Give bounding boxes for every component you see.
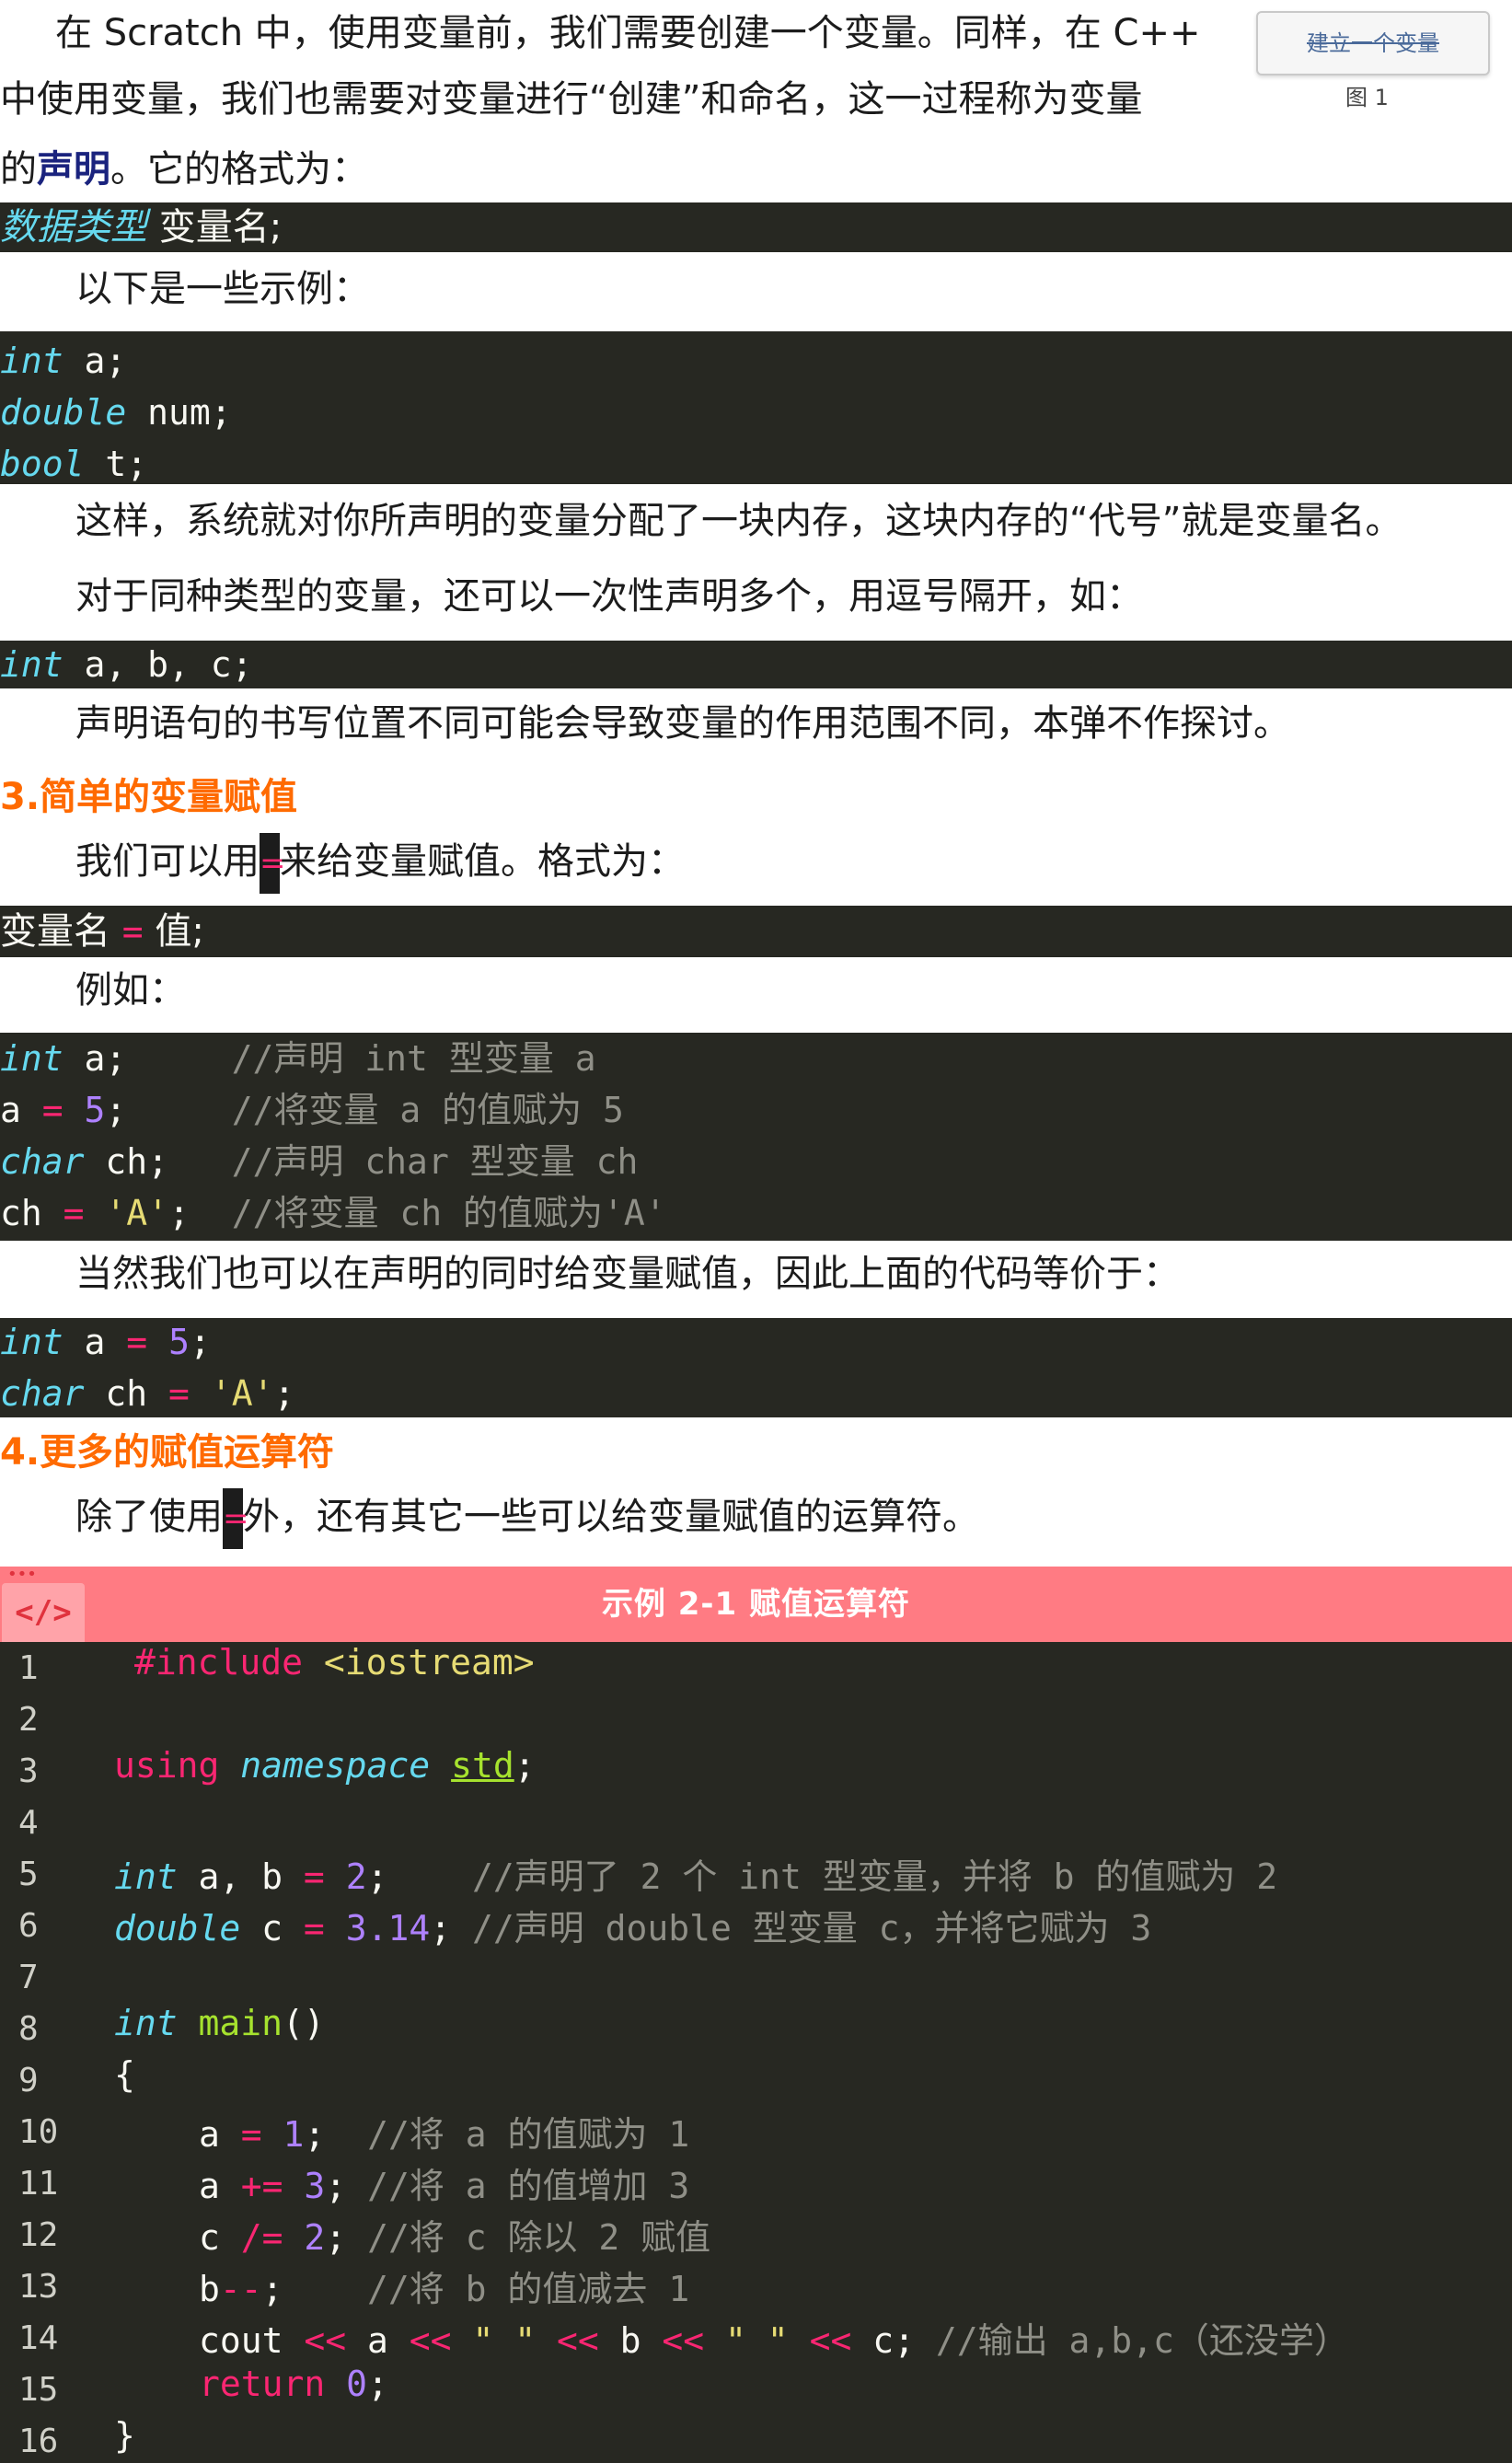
scope-paragraph: 声明语句的书写位置不同可能会导致变量的作用范围不同，本弹不作探讨。 bbox=[75, 702, 1290, 745]
example-code-block: 1 2 3 4 5 6 7 8 9 10 11 12 13 14 15 16 #… bbox=[0, 1642, 1512, 2463]
line-number: 11 bbox=[18, 2165, 59, 2203]
line-number: 2 bbox=[18, 1701, 39, 1739]
more-operators-paragraph: 除了使用=外，还有其它一些可以给变量赋值的运算符。 bbox=[0, 1484, 979, 1550]
assign-operator-highlight: = bbox=[260, 833, 286, 894]
code-line: a = 5; //将变量 a 的值赋为 5 bbox=[0, 1090, 624, 1130]
line-number: 5 bbox=[18, 1856, 39, 1893]
examples-label: 以下是一些示例： bbox=[75, 268, 370, 310]
code-line: ch = 'A'; //将变量 ch 的值赋为'A' bbox=[0, 1193, 666, 1233]
line-number: 13 bbox=[18, 2268, 59, 2306]
code-line: double num; bbox=[0, 392, 232, 433]
intro-line-1: 在 Scratch 中，使用变量前，我们需要创建一个变量。同样，在 C++ bbox=[55, 12, 1201, 54]
line-number: 16 bbox=[18, 2423, 59, 2460]
line-number: 6 bbox=[18, 1907, 39, 1945]
code-line: int a, b = 2; //声明了 2 个 int 型变量，并将 b 的值赋… bbox=[114, 1856, 1278, 1897]
intro-line-3-pre: 的 bbox=[0, 148, 37, 191]
example-header: ••• </> 示例 2-1 赋值运算符 bbox=[0, 1567, 1512, 1642]
code-line: } bbox=[114, 2415, 135, 2456]
code-line: double c = 3.14; //声明 double 型变量 c，并将它赋为… bbox=[114, 1908, 1152, 1948]
assign-format-block: 变量名 = 值; bbox=[0, 906, 1512, 957]
code-line: int a = 5; bbox=[0, 1322, 211, 1362]
example-label: 例如： bbox=[75, 969, 186, 1012]
section-4-heading: 4.更多的赋值运算符 bbox=[0, 1431, 335, 1474]
line-number: 15 bbox=[18, 2371, 59, 2409]
code-line: int a; bbox=[0, 341, 127, 381]
code-line: bool t; bbox=[0, 444, 148, 484]
code-line: 变量名 = 值; bbox=[0, 910, 204, 953]
code-line: char ch = 'A'; bbox=[0, 1373, 295, 1414]
assign-paragraph: 我们可以用=来给变量赋值。格式为： bbox=[0, 828, 685, 895]
intro-line-3: 的声明。它的格式为： bbox=[0, 136, 368, 202]
code-line: a += 3; //将 a 的值增加 3 bbox=[199, 2166, 690, 2206]
line-number: 1 bbox=[18, 1649, 39, 1687]
code-line: #include <iostream> bbox=[134, 1642, 535, 1682]
line-number: 7 bbox=[18, 1959, 39, 1996]
line-number: 3 bbox=[18, 1752, 39, 1790]
code-line: c /= 2; //将 c 除以 2 赋值 bbox=[199, 2217, 711, 2258]
code-line: using namespace std; bbox=[114, 1745, 536, 1786]
example-title: 示例 2-1 赋值运算符 bbox=[601, 1586, 911, 1623]
equivalent-code-block: int a = 5; char ch = 'A'; bbox=[0, 1318, 1512, 1417]
assign-operator-highlight-2: = bbox=[223, 1488, 249, 1549]
section-3-heading: 3.简单的变量赋值 bbox=[0, 776, 298, 818]
code-line: char ch; //声明 char 型变量 ch bbox=[0, 1141, 639, 1182]
code-line: int a; //声明 int 型变量 a bbox=[0, 1038, 596, 1079]
line-number: 9 bbox=[18, 2062, 39, 2099]
format-rest: 变量名; bbox=[147, 206, 283, 249]
create-variable-button-figure: 建立一个变量 bbox=[1256, 11, 1490, 75]
assign-example-block: int a; //声明 int 型变量 a a = 5; //将变量 a 的值赋… bbox=[0, 1033, 1512, 1241]
declaration-format-line: 数据类型 变量名; bbox=[0, 202, 282, 252]
line-number: 14 bbox=[18, 2319, 59, 2357]
code-line: int a, b, c; bbox=[0, 644, 253, 685]
declaration-examples-block: int a; double num; bool t; bbox=[0, 331, 1512, 484]
line-number: 10 bbox=[18, 2113, 59, 2151]
code-line: int main() bbox=[114, 2003, 325, 2043]
code-line: cout << a << " " << b << " " << c; //输出 … bbox=[199, 2320, 1349, 2361]
code-line: a = 1; //将 a 的值赋为 1 bbox=[199, 2114, 690, 2155]
line-number: 12 bbox=[18, 2216, 59, 2254]
declaration-term: 声明 bbox=[37, 148, 110, 191]
multi-declare-block: int a, b, c; bbox=[0, 641, 1512, 688]
memory-paragraph: 这样，系统就对你所声明的变量分配了一块内存，这块内存的“代号”就是变量名。 bbox=[75, 500, 1402, 542]
code-line: { bbox=[114, 2054, 135, 2095]
format-type: 数据类型 bbox=[0, 206, 147, 249]
multi-declare-paragraph: 对于同种类型的变量，还可以一次性声明多个，用逗号隔开，如： bbox=[75, 575, 1143, 618]
code-line: b--; //将 b 的值减去 1 bbox=[199, 2269, 690, 2309]
figure-caption: 图 1 bbox=[1345, 85, 1389, 110]
line-number: 8 bbox=[18, 2010, 39, 2048]
equivalent-paragraph: 当然我们也可以在声明的同时给变量赋值，因此上面的代码等价于： bbox=[75, 1253, 1180, 1295]
intro-line-3-post: 。它的格式为： bbox=[110, 148, 368, 191]
intro-line-2: 中使用变量，我们也需要对变量进行“创建”和命名，这一过程称为变量 bbox=[0, 78, 1143, 121]
code-line: return 0; bbox=[199, 2364, 388, 2404]
declaration-format-block: 数据类型 变量名; bbox=[0, 202, 1512, 252]
line-number: 4 bbox=[18, 1804, 39, 1842]
